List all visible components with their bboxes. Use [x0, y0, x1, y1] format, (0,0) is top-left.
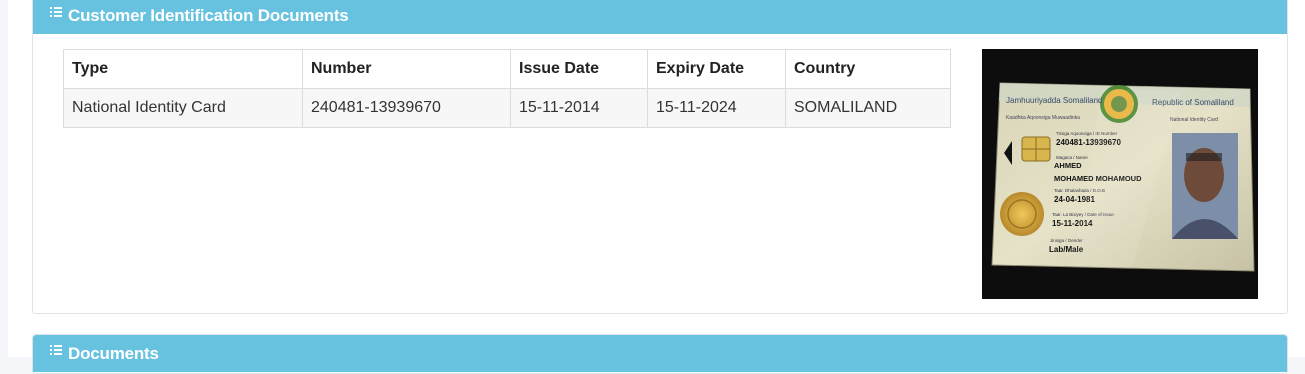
panel-heading: Customer Identification Documents: [33, 0, 1287, 34]
id-card-photo[interactable]: Jamhuuriyadda Somaliland Republic of Som…: [982, 49, 1258, 299]
cell-issue-date: 15-11-2014: [510, 88, 648, 128]
identification-documents-panel: Customer Identification Documents Type N…: [32, 0, 1288, 314]
column-header-expiry-date: Expiry Date: [647, 49, 786, 89]
column-header-issue-date: Issue Date: [510, 49, 648, 89]
left-gutter: [0, 0, 8, 357]
cell-country: SOMALILAND: [785, 88, 951, 128]
card-issuer-left: Jamhuuriyadda Somaliland: [1006, 96, 1103, 105]
panel-title: Documents: [68, 343, 159, 363]
cell-number: 240481-13939670: [302, 88, 511, 128]
list-icon: [50, 345, 62, 356]
column-header-country: Country: [785, 49, 951, 89]
column-header-type: Type: [63, 49, 303, 89]
documents-panel: Documents: [32, 334, 1288, 374]
card-first-name: AHMED: [1054, 161, 1082, 170]
card-name-label: Magaca / Name: [1056, 155, 1088, 160]
table-row: National Identity Card 240481-13939670 1…: [63, 88, 951, 128]
card-subtitle-right: National Identity Card: [1170, 117, 1218, 123]
card-subtitle-left: Kaadhka Aqoonsiga Muwaadinka: [1006, 115, 1080, 121]
column-header-number: Number: [302, 49, 511, 89]
panel-title: Customer Identification Documents: [68, 5, 349, 25]
cell-type: National Identity Card: [63, 88, 303, 128]
list-icon: [50, 7, 62, 18]
panel-heading: Documents: [33, 335, 1287, 372]
table-header-row: Type Number Issue Date Expiry Date Count…: [63, 49, 951, 89]
identification-table: Type Number Issue Date Expiry Date Count…: [63, 49, 951, 128]
cell-expiry-date: 15-11-2024: [647, 88, 786, 128]
